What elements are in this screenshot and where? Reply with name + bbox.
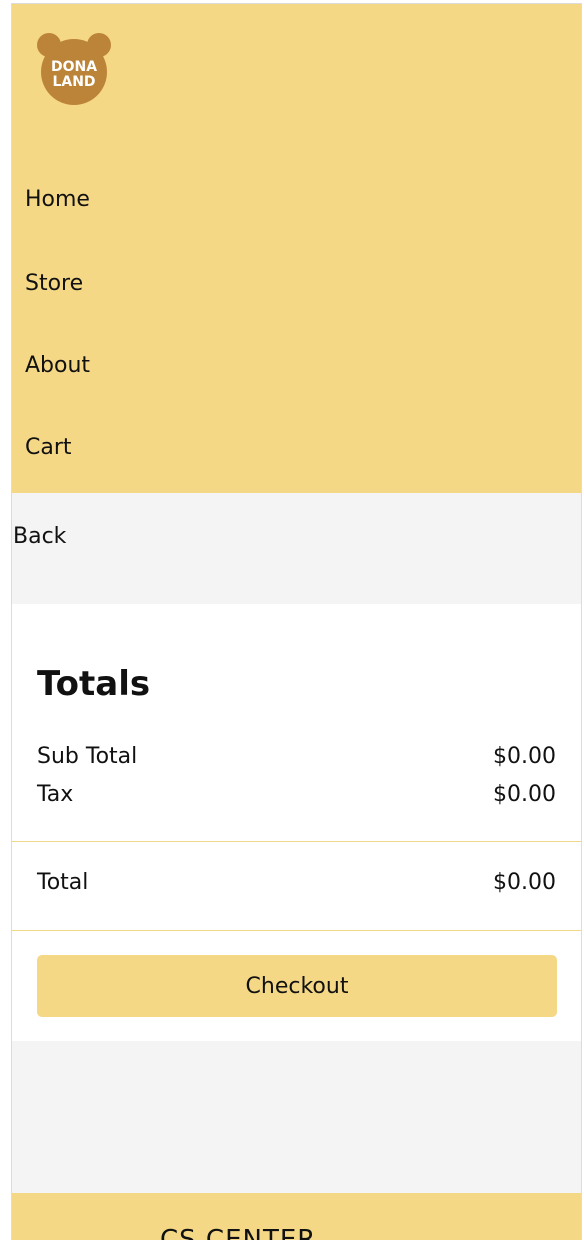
nav-home-link[interactable]: Home [25,187,90,212]
nav-cart-link[interactable]: Cart [25,435,72,460]
tax-row: Tax $0.00 [37,782,556,807]
totals-card: Totals Sub Total $0.00 Tax $0.00 Total $… [12,604,581,1041]
divider [12,930,581,931]
subtotal-value: $0.00 [493,744,556,769]
totals-title: Totals [37,664,151,704]
logo-text-line2: LAND [52,74,96,90]
tax-value: $0.00 [493,782,556,807]
tax-label: Tax [37,782,74,807]
subtotal-label: Sub Total [37,744,138,769]
footer: CS CENTER [12,1193,581,1240]
nav-store-link[interactable]: Store [25,271,83,296]
logo-text-line1: DONA [50,59,98,75]
total-label: Total [37,870,89,895]
nav-about-link[interactable]: About [25,353,90,378]
subtotal-row: Sub Total $0.00 [37,744,556,769]
page-frame: DONA LAND Home Store About Cart Back Tot… [11,3,582,1240]
footer-title: CS CENTER [160,1225,317,1240]
divider [12,841,581,842]
back-link[interactable]: Back [13,524,66,549]
logo[interactable]: DONA LAND [36,32,116,110]
total-row: Total $0.00 [37,870,556,895]
logo-text: DONA LAND [36,60,112,90]
total-value: $0.00 [493,870,556,895]
checkout-button[interactable]: Checkout [37,955,557,1017]
navbar: DONA LAND Home Store About Cart [12,4,581,493]
